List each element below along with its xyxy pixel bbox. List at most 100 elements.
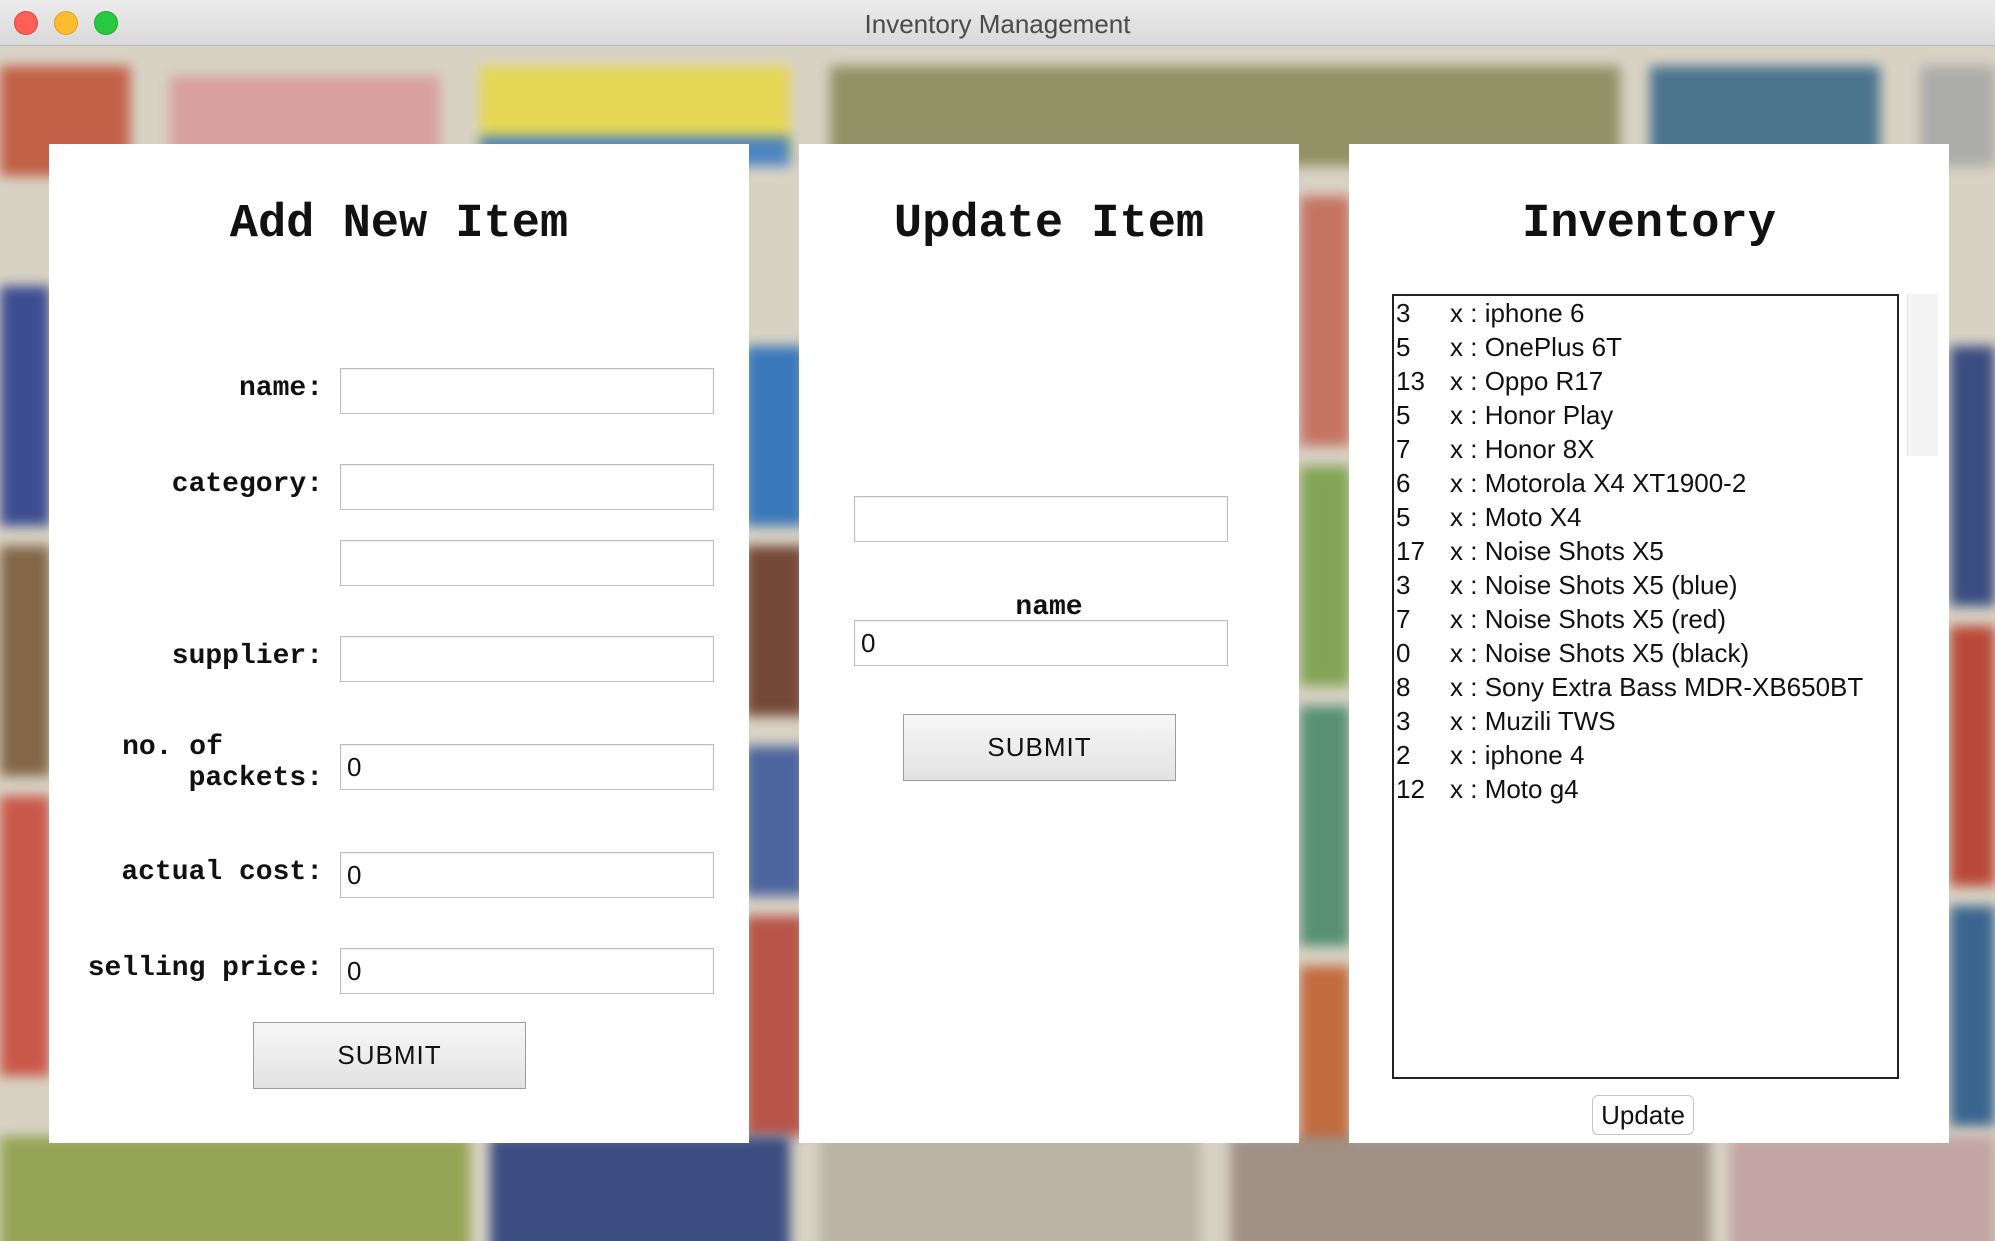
inventory-row[interactable]: 5 x : Moto X4 — [1394, 500, 1897, 534]
inventory-row-name: x : Honor Play — [1450, 398, 1613, 432]
inventory-row-name: x : iphone 6 — [1450, 296, 1584, 330]
inventory-row-separator: x : — [1450, 468, 1478, 498]
inventory-row-label: iphone 4 — [1484, 740, 1585, 770]
inventory-row-separator: x : — [1450, 536, 1478, 566]
inventory-row-name: x : iphone 4 — [1450, 738, 1584, 772]
inventory-row[interactable]: 3 x : iphone 6 — [1394, 296, 1897, 330]
inventory-row-label: Noise Shots X5 — [1484, 536, 1664, 566]
inventory-row-name: x : Noise Shots X5 (red) — [1450, 602, 1726, 636]
inventory-row-separator: x : — [1450, 434, 1478, 464]
inventory-row-label: Oppo R17 — [1484, 366, 1604, 396]
inventory-row[interactable]: 12 x : Moto g4 — [1394, 772, 1897, 806]
inventory-row-qty: 12 — [1396, 774, 1425, 804]
update-item-submit-button[interactable]: SUBMIT — [903, 714, 1176, 781]
inventory-row-qty: 0 — [1396, 638, 1411, 668]
app-window: Inventory Management Add New Item name: — [0, 0, 1995, 1241]
inventory-row-label: Noise Shots X5 (red) — [1484, 604, 1727, 634]
inventory-row-qty: 2 — [1396, 740, 1411, 770]
inventory-scrollbar[interactable] — [1907, 294, 1938, 456]
window-title: Inventory Management — [864, 9, 1131, 39]
inventory-row-qty: 6 — [1396, 468, 1411, 498]
inventory-row-label: Motorola X4 XT1900-2 — [1484, 468, 1747, 498]
inventory-row-label: Muzili TWS — [1484, 706, 1616, 736]
inventory-listbox[interactable]: 3 x : iphone 6 5 x : OnePlus 6T 13 x : Oppo R… — [1392, 294, 1899, 1079]
inventory-row[interactable]: 2 x : iphone 4 — [1394, 738, 1897, 772]
inventory-row-label: Moto g4 — [1484, 774, 1579, 804]
inventory-row-label: iphone 6 — [1484, 298, 1585, 328]
inventory-row-qty: 13 — [1396, 366, 1425, 396]
inventory-row-label: Honor 8X — [1484, 434, 1595, 464]
inventory-row-separator: x : — [1450, 298, 1478, 328]
inventory-row-label: OnePlus 6T — [1484, 332, 1622, 362]
update-quantity-input[interactable] — [854, 620, 1228, 666]
category-input[interactable] — [340, 464, 714, 510]
inventory-row-qty: 7 — [1396, 604, 1411, 634]
inventory-row-qty: 5 — [1396, 332, 1411, 362]
packets-label-line1: no. of — [122, 732, 223, 763]
update-item-title: Update Item — [893, 198, 1205, 251]
inventory-row-separator: x : — [1450, 332, 1478, 362]
inventory-title: Inventory — [1522, 198, 1776, 251]
inventory-row-separator: x : — [1450, 502, 1478, 532]
inventory-row[interactable]: 7 x : Noise Shots X5 (red) — [1394, 602, 1897, 636]
add-item-panel: Add New Item name: category: supplier: n… — [49, 144, 749, 1143]
inventory-row-qty: 5 — [1396, 502, 1411, 532]
inventory-row-name: x : Muzili TWS — [1450, 704, 1616, 738]
update-item-panel: Update Item name quantity SUBMIT — [799, 144, 1299, 1143]
inventory-row[interactable]: 17 x : Noise Shots X5 — [1394, 534, 1897, 568]
inventory-row-separator: x : — [1450, 400, 1478, 430]
inventory-row-separator: x : — [1450, 774, 1478, 804]
inventory-row[interactable]: 6 x : Motorola X4 XT1900-2 — [1394, 466, 1897, 500]
add-item-title: Add New Item — [229, 198, 569, 251]
inventory-row[interactable]: 0 x : Noise Shots X5 (black) — [1394, 636, 1897, 670]
inventory-update-button[interactable]: Update — [1592, 1095, 1694, 1135]
item-name-input[interactable] — [340, 368, 714, 414]
supplier-input[interactable] — [340, 636, 714, 682]
inventory-row-qty: 17 — [1396, 536, 1425, 566]
category-label: category: — [171, 469, 323, 500]
inventory-row-separator: x : — [1450, 604, 1478, 634]
add-item-submit-button[interactable]: SUBMIT — [253, 1022, 526, 1089]
inventory-row-name: x : Noise Shots X5 (blue) — [1450, 568, 1738, 602]
inventory-row-qty: 5 — [1396, 400, 1411, 430]
inventory-row-name: x : OnePlus 6T — [1450, 330, 1622, 364]
inventory-row-separator: x : — [1450, 706, 1478, 736]
inventory-row[interactable]: 5 x : OnePlus 6T — [1394, 330, 1897, 364]
inventory-row-label: Honor Play — [1484, 400, 1614, 430]
inventory-row-label: Sony Extra Bass MDR-XB650BT — [1484, 672, 1864, 702]
inventory-row[interactable]: 13 x : Oppo R17 — [1394, 364, 1897, 398]
inventory-row-name: x : Oppo R17 — [1450, 364, 1603, 398]
category-extra-input[interactable] — [340, 540, 714, 586]
inventory-row-name: x : Moto g4 — [1450, 772, 1579, 806]
inventory-row[interactable]: 5 x : Honor Play — [1394, 398, 1897, 432]
inventory-row-qty: 3 — [1396, 706, 1411, 736]
inventory-row-name: x : Noise Shots X5 — [1450, 534, 1664, 568]
inventory-row[interactable]: 8 x : Sony Extra Bass MDR-XB650BT — [1394, 670, 1897, 704]
inventory-row-label: Moto X4 — [1484, 502, 1582, 532]
inventory-row-qty: 8 — [1396, 672, 1411, 702]
inventory-row[interactable]: 3 x : Muzili TWS — [1394, 704, 1897, 738]
inventory-row[interactable]: 7 x : Honor 8X — [1394, 432, 1897, 466]
title-bar: Inventory Management — [0, 0, 1995, 46]
selling-price-input[interactable] — [340, 948, 714, 994]
inventory-row-separator: x : — [1450, 366, 1478, 396]
inventory-row-name: x : Honor 8X — [1450, 432, 1595, 466]
inventory-row-name: x : Noise Shots X5 (black) — [1450, 636, 1749, 670]
inventory-row[interactable]: 3 x : Noise Shots X5 (blue) — [1394, 568, 1897, 602]
update-name-input[interactable] — [854, 496, 1228, 542]
packets-label-line2: packets: — [188, 763, 323, 794]
inventory-row-qty: 3 — [1396, 298, 1411, 328]
supplier-label: supplier: — [171, 641, 323, 672]
inventory-row-label: Noise Shots X5 (blue) — [1484, 570, 1738, 600]
inventory-row-separator: x : — [1450, 570, 1478, 600]
selling-price-label: selling price: — [87, 953, 323, 984]
actual-cost-input[interactable] — [340, 852, 714, 898]
inventory-row-name: x : Sony Extra Bass MDR-XB650BT — [1450, 670, 1863, 704]
inventory-row-label: Noise Shots X5 (black) — [1484, 638, 1750, 668]
actual-cost-label: actual cost: — [121, 857, 323, 888]
inventory-row-name: x : Moto X4 — [1450, 500, 1582, 534]
inventory-row-qty: 3 — [1396, 570, 1411, 600]
packets-input[interactable] — [340, 744, 714, 790]
inventory-row-name: x : Motorola X4 XT1900-2 — [1450, 466, 1746, 500]
inventory-row-separator: x : — [1450, 740, 1478, 770]
